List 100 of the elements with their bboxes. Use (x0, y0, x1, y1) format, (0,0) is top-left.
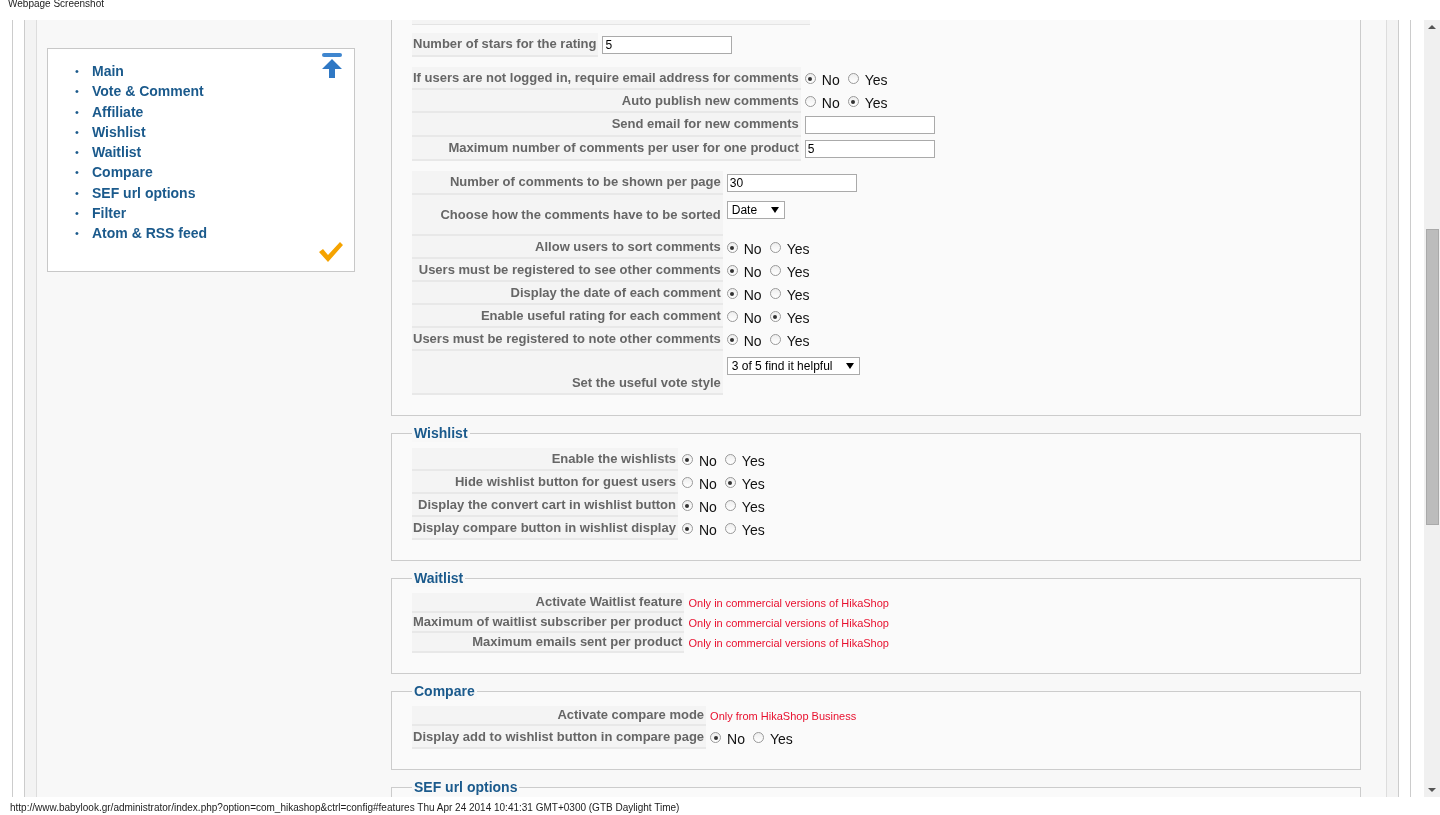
radio-button[interactable] (769, 265, 781, 276)
section-title: SEF url options (412, 779, 520, 796)
nav-link[interactable]: Filter (92, 203, 127, 224)
setting-label: Maximum number of comments per user for one product (412, 137, 801, 161)
nav-link[interactable]: Atom & RSS feed (92, 223, 208, 244)
nav-link[interactable]: Main (92, 61, 124, 82)
radio-label[interactable]: Yes (864, 92, 888, 111)
radio-button[interactable] (769, 334, 781, 345)
radio-button[interactable] (724, 500, 736, 511)
radio-button[interactable] (724, 454, 736, 465)
list-bullet: • (75, 124, 80, 140)
radio-label[interactable]: No (743, 238, 762, 257)
notice-text: Only in commercial versions of HikaShop (688, 597, 889, 609)
section-title: Compare (412, 683, 477, 700)
radio-button[interactable] (726, 334, 738, 345)
setting-label: Hide wishlist button for guest users (412, 471, 678, 494)
radio-button[interactable] (847, 96, 859, 107)
radio-label[interactable]: No (821, 69, 840, 88)
notice-text: Only in commercial versions of HikaShop (688, 617, 889, 629)
radio-label[interactable]: No (743, 307, 762, 326)
radio-button[interactable] (769, 242, 781, 253)
radio-label[interactable]: Yes (864, 69, 888, 88)
radio-button[interactable] (753, 732, 764, 743)
radio-label[interactable]: No (743, 261, 762, 280)
status-bar-text: http://www.babylook.gr/administrator/index.php?option=com_hikashop&ctrl=config#features Thu Apr 24 2014 10:41:31 GMT+0300 (GTB Daylight Time) (9, 801, 681, 813)
nav-link[interactable]: Affiliate (92, 101, 144, 122)
list-bullet: • (75, 64, 80, 79)
radio-label[interactable]: Yes (741, 473, 765, 492)
setting-label: If users are not logged in, require email address for comments (412, 67, 801, 90)
radio-button[interactable] (726, 311, 738, 322)
setting-label: Set the useful vote style (412, 351, 723, 395)
radio-label[interactable]: No (698, 519, 717, 538)
radio-label[interactable]: Yes (741, 496, 765, 515)
arrow-up-icon[interactable] (320, 52, 344, 80)
dropdown[interactable]: 3 of 5 find it helpful (726, 357, 861, 375)
radio-button[interactable] (681, 500, 693, 511)
radio-label[interactable]: No (727, 728, 745, 747)
setting-label: Enable the wishlists (412, 448, 678, 471)
setting-label: Choose how the comments have to be sorted (412, 195, 723, 236)
setting-label: Activate Waitlist feature (412, 593, 685, 613)
caret-icon (771, 207, 780, 213)
input-field[interactable]: 5 (804, 140, 935, 158)
radio-label[interactable]: No (821, 92, 840, 111)
radio-button[interactable] (681, 523, 693, 534)
page-caption: Webpage Screenshot (7, 0, 105, 11)
setting-label: Send email for new comments (412, 113, 801, 137)
radio-button[interactable] (710, 732, 722, 743)
radio-button[interactable] (726, 288, 738, 299)
setting-label: Number of comments to be shown per page (412, 171, 723, 195)
nav-link[interactable]: SEF url options (92, 182, 196, 204)
setting-label: Display the date of each comment (412, 282, 723, 305)
radio-button[interactable] (726, 242, 738, 253)
setting-label: Maximum of waitlist subscriber per product (412, 613, 685, 633)
radio-button[interactable] (769, 288, 781, 299)
nav-link[interactable]: Vote & Comment (92, 81, 204, 102)
radio-label[interactable]: Yes (786, 284, 810, 303)
input-field[interactable]: 5 (602, 36, 733, 54)
radio-button[interactable] (847, 73, 859, 84)
radio-label[interactable]: No (698, 473, 717, 492)
setting-label: Maximum emails sent per product (412, 633, 685, 653)
radio-button[interactable] (681, 477, 693, 488)
radio-label[interactable]: Yes (786, 261, 810, 280)
radio-button[interactable] (804, 73, 816, 84)
list-bullet: • (75, 84, 80, 100)
radio-label[interactable]: Yes (741, 519, 765, 538)
caret-icon (846, 363, 855, 369)
setting-label: Number of stars for the rating (412, 33, 599, 57)
radio-label[interactable]: Yes (786, 238, 810, 257)
radio-button[interactable] (804, 96, 816, 107)
dropdown[interactable]: Date (726, 201, 786, 219)
list-bullet: • (75, 145, 80, 161)
nav-link[interactable]: Waitlist (92, 142, 142, 163)
radio-button[interactable] (681, 454, 693, 465)
list-bullet: • (75, 165, 80, 181)
radio-label[interactable]: No (698, 496, 717, 515)
setting-label: Display add to wishlist button in compare page (412, 726, 707, 749)
input-field[interactable] (804, 116, 935, 134)
radio-button[interactable] (724, 477, 736, 488)
notice-text: Only from HikaShop Business (710, 710, 857, 722)
nav-link[interactable]: Compare (92, 162, 153, 183)
radio-label[interactable]: Yes (786, 307, 810, 326)
setting-label: Users must be registered to note other comments (412, 328, 723, 351)
radio-label[interactable]: No (743, 330, 762, 349)
notice-text: Only in commercial versions of HikaShop (688, 637, 889, 649)
scrollbar[interactable] (1424, 20, 1440, 797)
radio-label[interactable]: No (743, 284, 762, 303)
nav-link[interactable]: Wishlist (92, 121, 146, 143)
checkmark-icon[interactable] (318, 241, 344, 263)
radio-label[interactable]: Yes (741, 450, 765, 469)
radio-button[interactable] (769, 311, 781, 322)
radio-label[interactable]: No (698, 450, 717, 469)
setting-label: Activate compare mode (412, 706, 707, 726)
radio-button[interactable] (726, 265, 738, 276)
radio-label[interactable]: Yes (770, 728, 793, 747)
setting-label: Allow users to sort comments (412, 236, 723, 259)
radio-label[interactable]: Yes (786, 330, 810, 349)
radio-button[interactable] (724, 523, 736, 534)
setting-label: Enable useful rating for each comment (412, 305, 723, 328)
list-bullet: • (75, 104, 80, 120)
input-field[interactable]: 30 (726, 174, 857, 192)
